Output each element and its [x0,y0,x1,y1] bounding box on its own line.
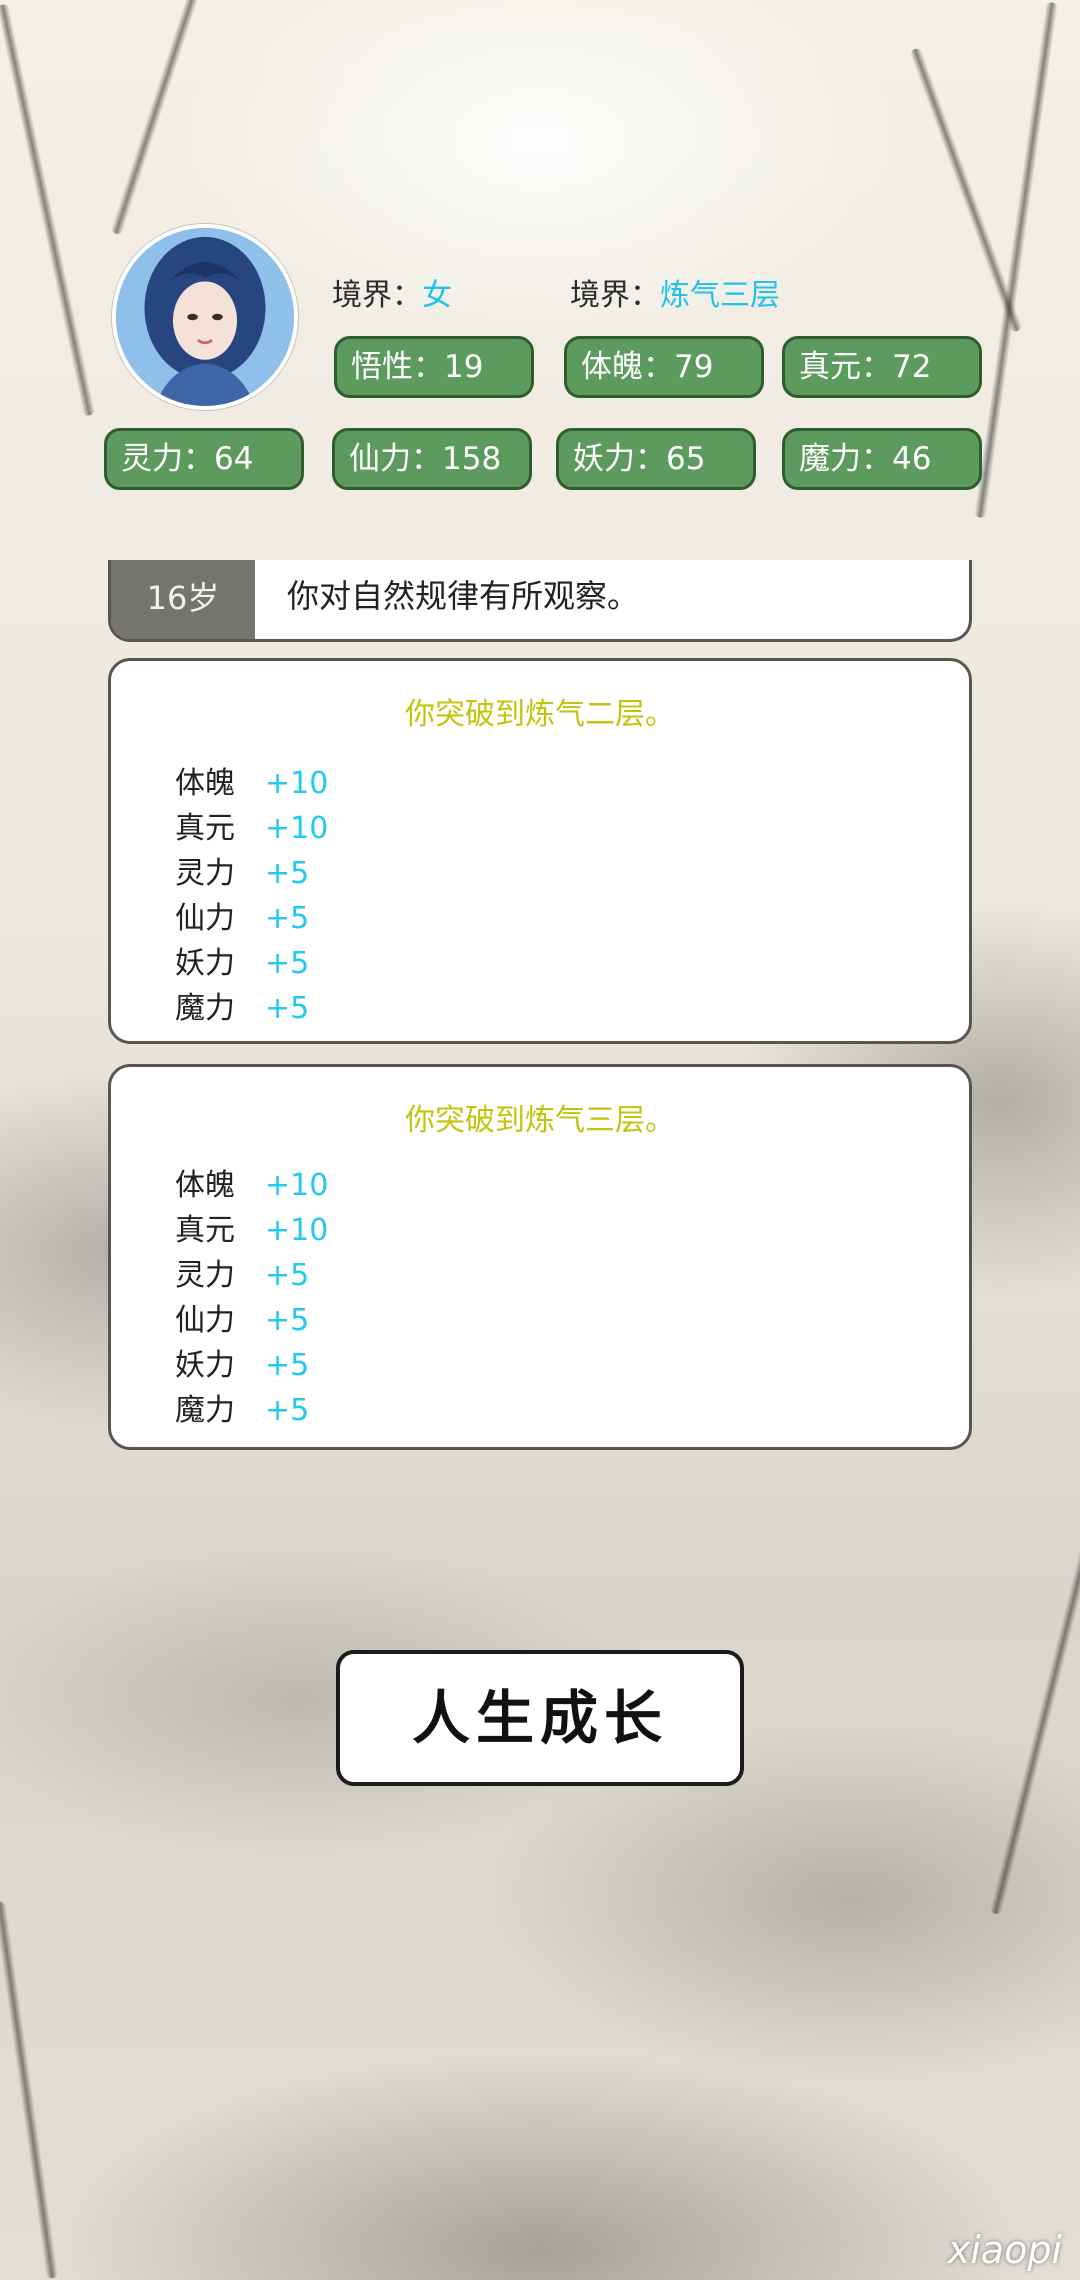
gain-row: 仙力 +5 [175,896,309,941]
realm-label: 境界： [570,278,660,313]
gain-attr: 真元 [175,811,235,846]
bamboo-decoration [110,0,202,236]
stat-physique: 体魄：79 [564,336,764,398]
realm-value: 炼气三层 [660,278,780,313]
gain-value: +10 [265,1168,329,1203]
gain-row: 妖力 +5 [175,1343,309,1388]
bamboo-decoration [0,1901,59,2279]
avatar-portrait [116,228,294,406]
gain-value: +5 [265,856,310,891]
bamboo-decoration [0,3,96,417]
gain-attr: 魔力 [175,991,235,1026]
stat-magic-power: 魔力：46 [782,428,982,490]
gain-attr: 体魄 [175,766,235,801]
gain-attr: 体魄 [175,1168,235,1203]
gain-value: +10 [265,766,329,801]
gain-attr: 妖力 [175,946,235,981]
gain-value: +5 [265,1393,310,1428]
gain-row: 体魄 +10 [175,1163,328,1208]
gain-value: +10 [265,811,329,846]
stat-immortal-power: 仙力：158 [332,428,532,490]
gain-attr: 灵力 [175,1258,235,1293]
event-text: 你对自然规律有所观察。 [287,577,640,615]
character-avatar[interactable] [112,224,298,410]
breakthrough-title: 你突破到炼气三层。 [405,1103,675,1138]
gain-row: 真元 +10 [175,806,328,851]
life-growth-button[interactable]: 人生成长 [336,1650,744,1786]
gender-info: 境界：女 [332,270,452,314]
gain-attr: 真元 [175,1213,235,1248]
bamboo-decoration [909,46,1023,334]
gain-value: +5 [265,1258,310,1293]
gain-attr: 灵力 [175,856,235,891]
gain-attr: 妖力 [175,1348,235,1383]
stat-comprehension: 悟性：19 [334,336,534,398]
gain-row: 仙力 +5 [175,1298,309,1343]
gain-attr: 仙力 [175,901,235,936]
breakthrough-card: 你突破到炼气三层。 体魄 +10 真元 +10 灵力 +5 仙力 +5 妖力 +5 魔力 +… [108,1064,972,1450]
gender-value: 女 [422,278,452,313]
gain-row: 灵力 +5 [175,1253,309,1298]
bamboo-decoration [989,1504,1080,1916]
gender-label: 境界： [332,278,422,313]
gain-value: +5 [265,1348,310,1383]
gain-row: 妖力 +5 [175,941,309,986]
realm-info: 境界：炼气三层 [570,270,780,314]
gain-value: +5 [265,1303,310,1338]
stat-true-essence: 真元：72 [782,336,982,398]
breakthrough-card: 你突破到炼气二层。 体魄 +10 真元 +10 灵力 +5 仙力 +5 妖力 +5 魔力 +… [108,658,972,1044]
gain-value: +5 [265,901,310,936]
gain-row: 魔力 +5 [175,986,309,1031]
gain-value: +10 [265,1213,329,1248]
stat-spirit-power: 灵力：64 [104,428,304,490]
gain-attr: 魔力 [175,1393,235,1428]
gain-value: +5 [265,991,310,1026]
watermark-logo: xiaopi [947,2228,1062,2272]
gain-row: 灵力 +5 [175,851,309,896]
gain-value: +5 [265,946,310,981]
breakthrough-title: 你突破到炼气二层。 [405,697,675,732]
gain-row: 体魄 +10 [175,761,328,806]
gain-row: 魔力 +5 [175,1388,309,1433]
gain-attr: 仙力 [175,1303,235,1338]
gain-row: 真元 +10 [175,1208,328,1253]
log-entry-age: 16岁 你对自然规律有所观察。 [108,560,972,642]
stat-demon-power: 妖力：65 [556,428,756,490]
age-label: 16岁 [111,560,255,639]
